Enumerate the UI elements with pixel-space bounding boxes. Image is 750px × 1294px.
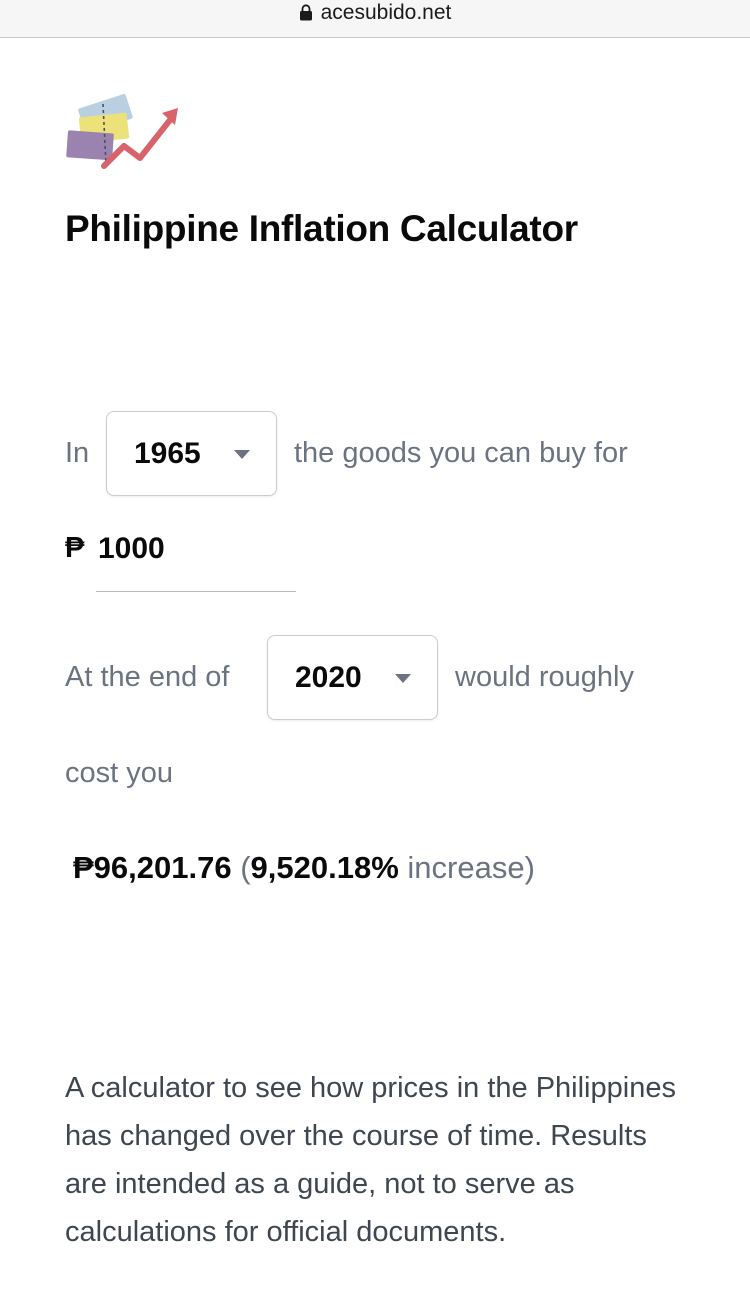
end-label: At the end of (65, 661, 230, 693)
lock-icon (299, 4, 312, 21)
result-open-paren: ( (240, 850, 251, 885)
caret-down-icon (234, 450, 250, 459)
caret-down-icon (395, 674, 411, 683)
would-label: would roughly (455, 661, 634, 693)
page-title: Philippine Inflation Calculator (65, 208, 578, 249)
amount-input[interactable] (96, 528, 296, 592)
start-year-select[interactable]: 1965 (106, 411, 277, 496)
url-display[interactable]: acesubido.net (299, 0, 452, 25)
url-text: acesubido.net (320, 0, 452, 24)
result-percent: 9,520.18% (250, 850, 399, 885)
in-label: In (65, 437, 90, 469)
start-year-value: 1965 (134, 436, 201, 470)
cost-label: cost you (65, 757, 173, 789)
result-increase-label: increase) (407, 850, 535, 885)
goods-label: the goods you can buy for (294, 437, 628, 469)
end-year-value: 2020 (295, 660, 362, 694)
result-amount: ₱96,201.76 (73, 850, 232, 885)
browser-address-bar[interactable]: acesubido.net (0, 0, 750, 38)
result-line: ₱96,201.76 (9,520.18% increase) (73, 850, 535, 886)
end-year-select[interactable]: 2020 (267, 635, 438, 720)
inflation-logo-icon (66, 94, 178, 169)
description-text: A calculator to see how prices in the Ph… (65, 1072, 676, 1248)
currency-symbol: ₱ (65, 532, 85, 564)
